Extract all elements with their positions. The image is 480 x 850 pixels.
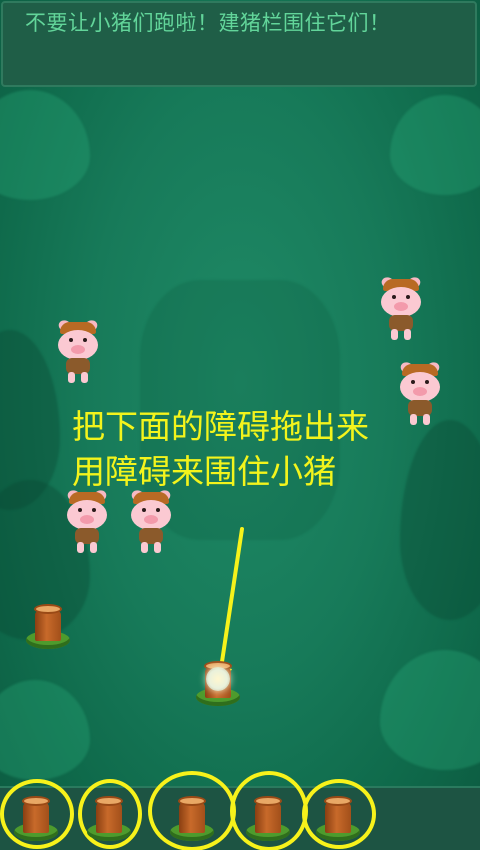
tree-stump-icon[interactable] xyxy=(170,793,214,841)
tree-stump-icon[interactable] xyxy=(316,793,360,841)
tree-stump-icon[interactable] xyxy=(246,793,290,841)
tutorial-instructions: 把下面的障碍拖出来 用障碍来围住小猪 xyxy=(72,404,432,494)
pig-icon[interactable] xyxy=(378,275,424,341)
leaf-decoration xyxy=(0,90,90,200)
game-stage: 不要让小猪们跑啦！建猪栏围住它们！ 把下面的障碍拖出来 用障碍来围住小猪 xyxy=(0,0,480,850)
hint-banner-text: 不要让小猪们跑啦！建猪栏围住它们！ xyxy=(25,11,391,35)
leaf-decoration xyxy=(380,650,480,770)
tree-stump-icon[interactable] xyxy=(14,793,58,841)
pig-icon[interactable] xyxy=(64,488,110,554)
tree-stump-icon[interactable] xyxy=(26,601,70,649)
leaf-decoration xyxy=(0,680,90,780)
tree-stump-icon[interactable] xyxy=(87,793,131,841)
tutorial-line-2: 用障碍来围住小猪 xyxy=(72,452,336,491)
hint-banner: 不要让小猪们跑啦！建猪栏围住它们！ xyxy=(1,1,477,87)
pig-icon[interactable] xyxy=(55,318,101,384)
leaf-decoration xyxy=(390,95,480,195)
tutorial-line-1: 把下面的障碍拖出来 xyxy=(72,407,369,446)
pig-icon[interactable] xyxy=(128,488,174,554)
drag-target-indicator xyxy=(206,667,230,691)
